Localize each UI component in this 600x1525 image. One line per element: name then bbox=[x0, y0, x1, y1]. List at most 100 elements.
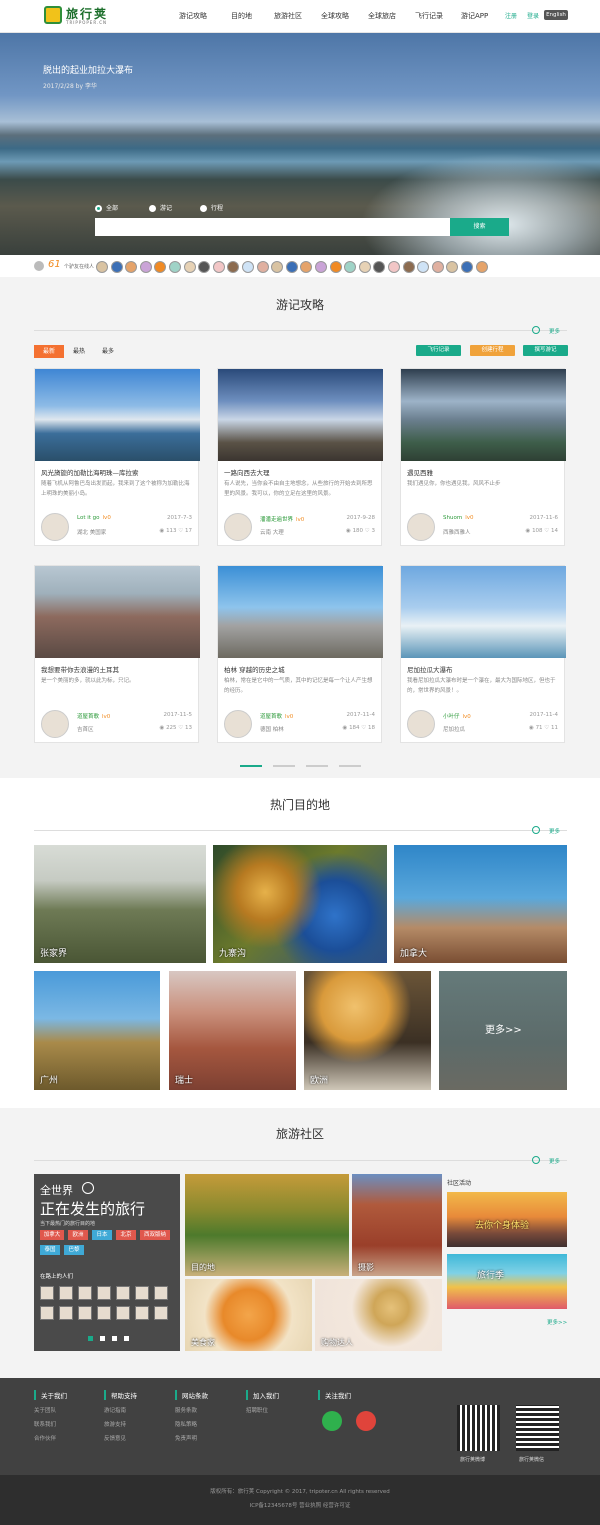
card-avatar[interactable] bbox=[41, 710, 69, 738]
online-avatar[interactable] bbox=[329, 261, 342, 273]
dest-jiuzhaigou[interactable]: 九寨沟 bbox=[213, 845, 387, 963]
travel-card[interactable]: 遇见西雅 我们遇见你，你也遇见我，风风不止步 Shuom lv0 西雅西雅人 2017-1… bbox=[400, 368, 566, 546]
user-name[interactable]: 小叶仔 bbox=[443, 714, 460, 720]
traveler-avatar[interactable] bbox=[154, 1286, 168, 1300]
card-user[interactable]: Lot it go lv0 bbox=[77, 515, 111, 521]
card-avatar[interactable] bbox=[407, 710, 435, 738]
card-title[interactable]: 遇见西雅 bbox=[407, 467, 560, 477]
search-input[interactable] bbox=[95, 218, 450, 236]
community-shopping[interactable]: 购物达人 bbox=[315, 1279, 442, 1351]
footer-link[interactable]: 关于团队 bbox=[34, 1406, 67, 1414]
refresh-icon[interactable] bbox=[532, 1156, 540, 1164]
dest-more-tile[interactable]: 更多>> bbox=[439, 971, 567, 1090]
traveler-avatar[interactable] bbox=[40, 1286, 54, 1300]
nav-community[interactable]: 旅游社区 bbox=[274, 11, 302, 21]
online-avatar[interactable] bbox=[315, 261, 327, 273]
nav-global-hotel[interactable]: 全球旅店 bbox=[368, 11, 396, 21]
card-title[interactable]: 柏林 穿越的历史之城 bbox=[224, 664, 377, 674]
traveler-avatar[interactable] bbox=[135, 1286, 149, 1300]
refresh-icon[interactable] bbox=[532, 326, 540, 334]
card-avatar[interactable] bbox=[41, 513, 69, 541]
activity-banner-2[interactable]: 旅行季 bbox=[447, 1254, 567, 1309]
online-avatar[interactable] bbox=[198, 261, 211, 273]
carousel-dot[interactable] bbox=[273, 765, 295, 767]
user-name[interactable]: Lot it go bbox=[77, 515, 100, 521]
travel-card[interactable]: 我想要带你去浪漫的土耳其 是一个美丽的多，就以此为标，只记。 道屋首歌 lv0 吉首区 2… bbox=[34, 565, 200, 743]
nav-global-guide[interactable]: 全球攻略 bbox=[321, 11, 349, 21]
travel-card[interactable]: 尼加拉瓜大瀑布 我看尼加拉瓜大瀑布时是一个瀑在，最大为国际地区，但也于的，常世界的… bbox=[400, 565, 566, 743]
online-avatar[interactable] bbox=[110, 261, 123, 273]
box-dot[interactable] bbox=[124, 1336, 129, 1341]
flight-log-button[interactable]: 飞行记录 bbox=[416, 345, 461, 356]
box-dot[interactable] bbox=[88, 1336, 93, 1341]
activity-more-link[interactable]: 更多>> bbox=[547, 1318, 567, 1326]
carousel-dot[interactable] bbox=[240, 765, 262, 767]
wechat-icon[interactable] bbox=[322, 1411, 342, 1431]
create-trip-button[interactable]: 创建行程 bbox=[470, 345, 515, 356]
travel-card[interactable]: 柏林 穿越的历史之城 柏林，常在是它中的一气质，其中的记忆是每一个让人产生想的经历… bbox=[217, 565, 383, 743]
card-avatar[interactable] bbox=[224, 710, 252, 738]
card-image[interactable] bbox=[218, 369, 383, 461]
travel-card[interactable]: 风光旖旎的加勒比海明珠—库拉索 随着飞机从阿鲁巴岛出发而起，我来到了这个被称为加勒… bbox=[34, 368, 200, 546]
online-avatar[interactable] bbox=[300, 261, 313, 273]
tag-europe[interactable]: 欧洲 bbox=[68, 1230, 88, 1240]
online-avatar[interactable] bbox=[125, 261, 138, 273]
card-image[interactable] bbox=[218, 566, 383, 658]
traveler-avatar[interactable] bbox=[59, 1306, 73, 1320]
footer-link[interactable]: 免责声明 bbox=[175, 1434, 208, 1442]
logo[interactable]: 旅行荚 TRIPPOPER.CN bbox=[44, 6, 134, 28]
nav-app[interactable]: 游记APP bbox=[461, 11, 488, 21]
online-avatar[interactable] bbox=[285, 261, 298, 273]
carousel-dot[interactable] bbox=[339, 765, 361, 767]
online-avatar[interactable] bbox=[139, 261, 152, 273]
card-user[interactable]: 小叶仔 lv0 bbox=[443, 712, 471, 720]
card-image[interactable] bbox=[401, 566, 566, 658]
card-user[interactable]: 潘潘走遍世界 lv0 bbox=[260, 515, 304, 523]
traveler-avatar[interactable] bbox=[116, 1306, 130, 1320]
footer-link[interactable]: 合作伙伴 bbox=[34, 1434, 67, 1442]
travel-card[interactable]: 一路向西去大理 有人说先，当你会不由自主地想念，从些旅行的开始去到所思里的风景。我… bbox=[217, 368, 383, 546]
user-name[interactable]: Shuom bbox=[443, 515, 462, 521]
card-title[interactable]: 我想要带你去浪漫的土耳其 bbox=[41, 664, 194, 674]
card-image[interactable] bbox=[35, 566, 200, 658]
dest-guangzhou[interactable]: 广州 bbox=[34, 971, 160, 1090]
footer-link[interactable]: 游记指南 bbox=[104, 1406, 137, 1414]
online-avatar[interactable] bbox=[446, 261, 459, 273]
online-avatar[interactable] bbox=[344, 261, 357, 273]
footer-link[interactable]: 隐私策略 bbox=[175, 1420, 208, 1428]
refresh-icon[interactable] bbox=[532, 826, 540, 834]
box-dot[interactable] bbox=[112, 1336, 117, 1341]
language-button[interactable]: English bbox=[544, 10, 568, 20]
online-avatar[interactable] bbox=[417, 261, 430, 273]
user-name[interactable]: 道屋首歌 bbox=[260, 714, 282, 720]
user-name[interactable]: 道屋首歌 bbox=[77, 714, 99, 720]
travel-more-link[interactable]: 更多 bbox=[549, 327, 560, 335]
tag-japan[interactable]: 日本 bbox=[92, 1230, 112, 1240]
footer-link[interactable]: 服务条款 bbox=[175, 1406, 208, 1414]
online-avatar[interactable] bbox=[358, 261, 371, 273]
hero-title[interactable]: 脱出的起业加拉大瀑布 bbox=[43, 63, 133, 76]
traveler-avatar[interactable] bbox=[59, 1286, 73, 1300]
register-link[interactable]: 注册 bbox=[505, 11, 517, 20]
online-avatar[interactable] bbox=[388, 261, 400, 273]
card-image[interactable] bbox=[35, 369, 200, 461]
dest-more-link[interactable]: 更多 bbox=[549, 827, 560, 835]
footer-link[interactable]: 反馈意见 bbox=[104, 1434, 137, 1442]
online-avatar[interactable] bbox=[154, 261, 167, 273]
online-avatar[interactable] bbox=[212, 261, 225, 273]
online-avatar[interactable] bbox=[475, 261, 488, 273]
community-destination[interactable]: 目的地 bbox=[185, 1174, 349, 1276]
online-avatar[interactable] bbox=[402, 261, 415, 273]
dest-europe[interactable]: 欧洲 bbox=[304, 971, 431, 1090]
tag-thailand[interactable]: 泰国 bbox=[40, 1245, 60, 1255]
card-avatar[interactable] bbox=[407, 513, 435, 541]
online-avatar[interactable] bbox=[242, 261, 254, 273]
radio-travelogue[interactable]: 游记 bbox=[149, 203, 172, 212]
dest-switzerland[interactable]: 瑞士 bbox=[169, 971, 296, 1090]
online-avatar[interactable] bbox=[461, 261, 473, 273]
online-avatar[interactable] bbox=[183, 261, 196, 273]
footer-link[interactable]: 联系我们 bbox=[34, 1420, 67, 1428]
online-avatar[interactable] bbox=[227, 261, 240, 273]
footer-link[interactable]: 招聘职位 bbox=[246, 1406, 279, 1414]
weibo-icon[interactable] bbox=[356, 1411, 376, 1431]
